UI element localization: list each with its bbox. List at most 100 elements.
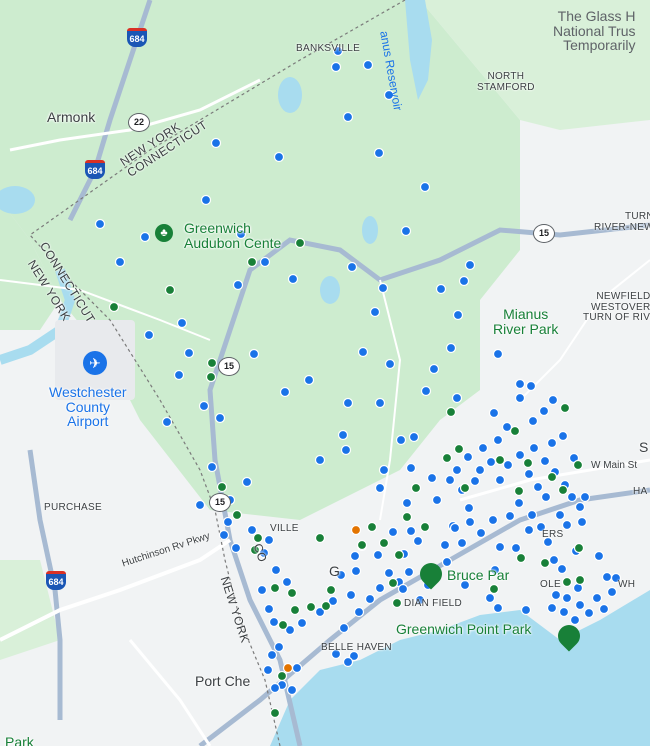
marker-blue[interactable] [241,476,253,488]
marker-green[interactable] [305,601,317,613]
marker-blue[interactable] [591,592,603,604]
marker-blue[interactable] [532,481,544,493]
marker-blue[interactable] [383,567,395,579]
marker-blue[interactable] [598,603,610,615]
marker-blue[interactable] [281,576,293,588]
marker-blue[interactable] [546,437,558,449]
marker-blue[interactable] [345,589,357,601]
marker-blue[interactable] [401,497,413,509]
marker-blue[interactable] [469,475,481,487]
marker-blue[interactable] [296,617,308,629]
marker-blue[interactable] [492,602,504,614]
marker-blue[interactable] [492,434,504,446]
marker-blue[interactable] [526,509,538,521]
marker-blue[interactable] [527,415,539,427]
marker-green[interactable] [539,557,551,569]
marker-blue[interactable] [561,592,573,604]
marker-blue[interactable] [210,137,222,149]
marker-blue[interactable] [420,385,432,397]
marker-blue[interactable] [576,516,588,528]
marker-blue[interactable] [200,194,212,206]
marker-blue[interactable] [606,586,618,598]
marker-blue[interactable] [487,514,499,526]
marker-blue[interactable] [474,464,486,476]
marker-blue[interactable] [539,455,551,467]
marker-blue[interactable] [350,565,362,577]
marker-blue[interactable] [504,510,516,522]
marker-blue[interactable] [484,592,496,604]
marker-green[interactable] [325,584,337,596]
marker-blue[interactable] [266,649,278,661]
marker-green[interactable] [269,582,281,594]
marker-blue[interactable] [513,497,525,509]
marker-green[interactable] [561,576,573,588]
marker-green[interactable] [269,707,281,719]
marker-blue[interactable] [342,656,354,668]
marker-blue[interactable] [514,392,526,404]
marker-green[interactable] [252,532,264,544]
marker-blue[interactable] [574,599,586,611]
marker-green[interactable] [216,481,228,493]
marker-green[interactable] [419,521,431,533]
marker-green[interactable] [387,577,399,589]
marker-blue[interactable] [372,549,384,561]
airport-icon[interactable]: ✈ [83,351,107,375]
marker-blue[interactable] [387,526,399,538]
marker-green[interactable] [445,406,457,418]
marker-blue[interactable] [514,449,526,461]
marker-green[interactable] [289,604,301,616]
marker-blue[interactable] [405,462,417,474]
marker-blue[interactable] [485,456,497,468]
marker-blue[interactable] [514,378,526,390]
marker-blue[interactable] [369,306,381,318]
marker-green[interactable] [572,459,584,471]
marker-blue[interactable] [441,556,453,568]
marker-blue[interactable] [464,516,476,528]
marker-green[interactable] [294,237,306,249]
marker-blue[interactable] [377,282,389,294]
marker-blue[interactable] [431,494,443,506]
marker-blue[interactable] [246,524,258,536]
marker-green[interactable] [108,301,120,313]
marker-blue[interactable] [139,231,151,243]
marker-blue[interactable] [161,416,173,428]
marker-blue[interactable] [206,461,218,473]
marker-blue[interactable] [400,225,412,237]
marker-blue[interactable] [458,275,470,287]
marker-blue[interactable] [248,348,260,360]
marker-blue[interactable] [502,459,514,471]
marker-green[interactable] [459,482,471,494]
marker-blue[interactable] [259,256,271,268]
marker-green[interactable] [559,402,571,414]
marker-blue[interactable] [451,392,463,404]
marker-blue[interactable] [426,472,438,484]
marker-blue[interactable] [579,491,591,503]
marker-green[interactable] [522,457,534,469]
marker-green[interactable] [276,670,288,682]
marker-blue[interactable] [291,662,303,674]
marker-blue[interactable] [408,431,420,443]
marker-blue[interactable] [183,347,195,359]
marker-blue[interactable] [232,279,244,291]
marker-blue[interactable] [198,400,210,412]
marker-green[interactable] [366,521,378,533]
marker-blue[interactable] [494,474,506,486]
marker-blue[interactable] [464,259,476,271]
marker-blue[interactable] [550,589,562,601]
marker-blue[interactable] [566,491,578,503]
marker-blue[interactable] [548,554,560,566]
marker-blue[interactable] [557,430,569,442]
marker-blue[interactable] [523,524,535,536]
marker-blue[interactable] [342,111,354,123]
marker-blue[interactable] [364,593,376,605]
marker-orange[interactable] [350,524,362,536]
map-canvas[interactable]: ✈ ♣ 684 684 684 22 15 15 15 Armonk BANKS… [0,0,650,746]
marker-blue[interactable] [222,516,234,528]
marker-blue[interactable] [384,358,396,370]
marker-blue[interactable] [374,582,386,594]
marker-green[interactable] [277,619,289,631]
marker-green[interactable] [393,549,405,561]
marker-blue[interactable] [395,434,407,446]
marker-blue[interactable] [462,451,474,463]
marker-blue[interactable] [273,641,285,653]
